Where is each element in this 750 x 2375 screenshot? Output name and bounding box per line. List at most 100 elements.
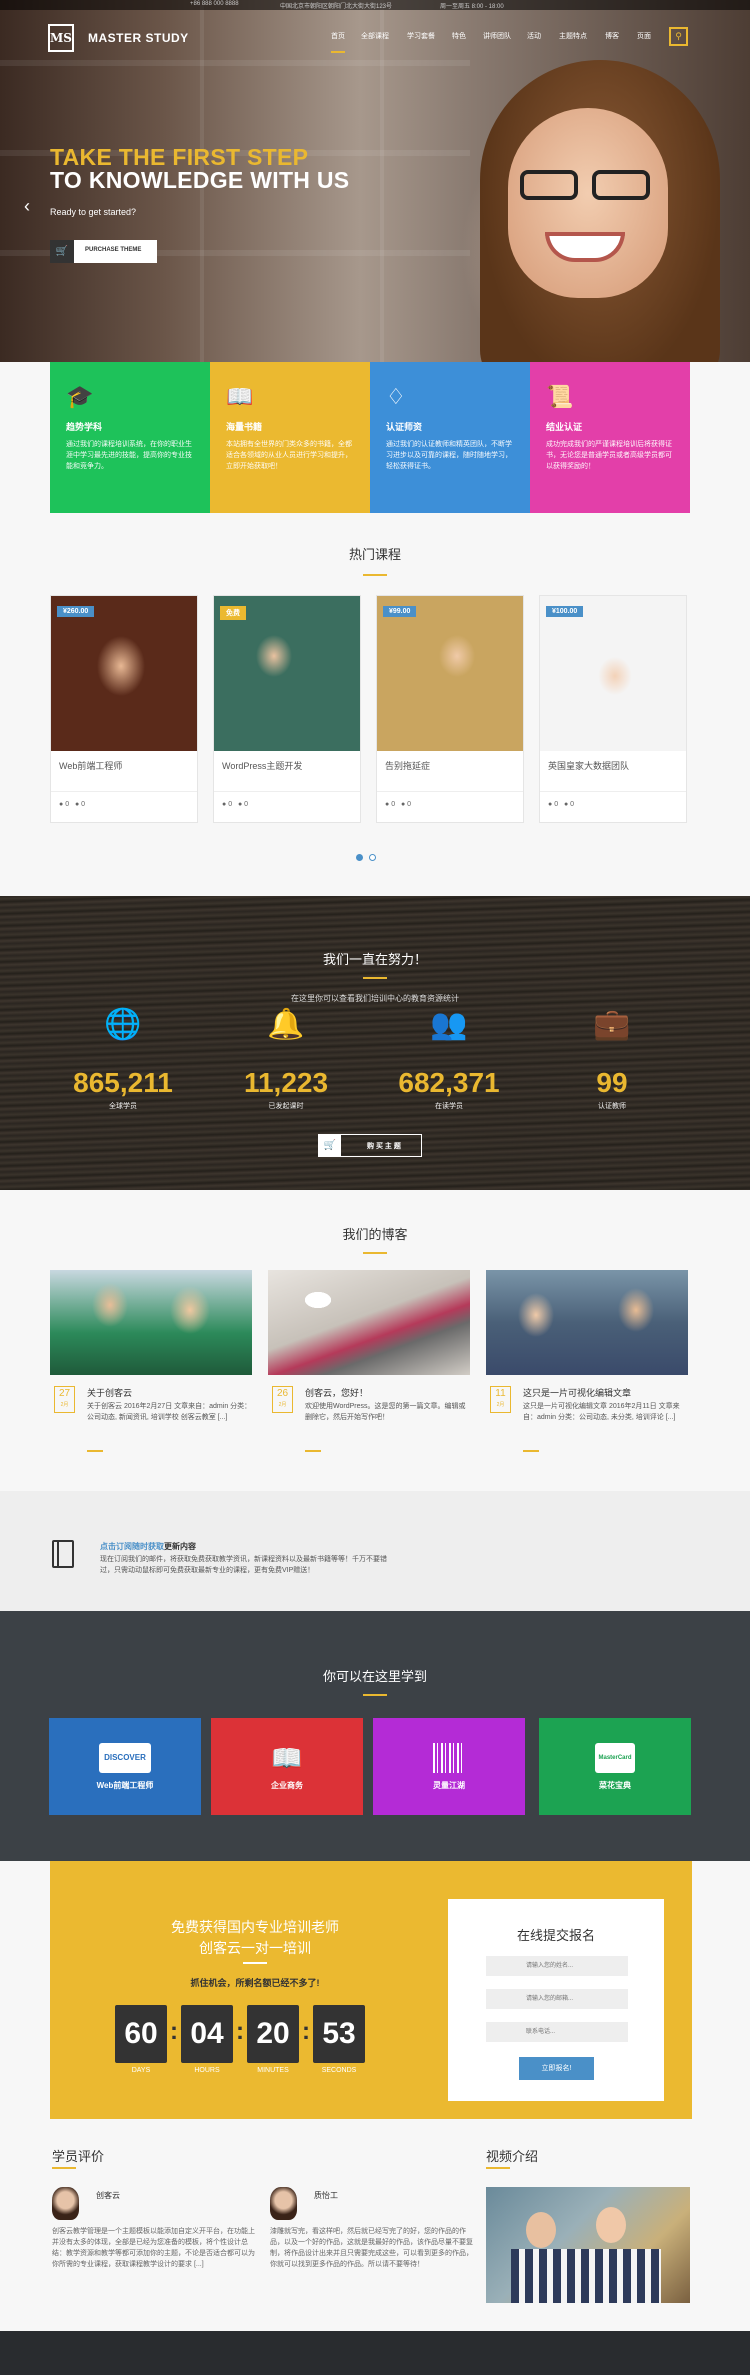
countdown-days: 60 <box>115 2005 167 2063</box>
price-badge: ¥100.00 <box>546 606 584 617</box>
countdown-separator: : <box>236 2018 244 2045</box>
blog-image[interactable] <box>486 1270 688 1375</box>
post-title[interactable]: 创客云，您好！ <box>305 1386 368 1399</box>
comment-icon: ● <box>385 801 390 808</box>
countdown-hours: 04 <box>181 2005 233 2063</box>
course-name[interactable]: 英国皇家大数据团队 <box>548 759 629 772</box>
newsletter-heading: 点击订阅随时获取更新内容 <box>100 1542 196 1551</box>
feature-title: 结业认证 <box>546 422 583 432</box>
countdown-minutes: 20 <box>247 2005 299 2063</box>
buy-theme-button[interactable]: 🛒 购 买 主 题 <box>318 1134 422 1157</box>
video-thumbnail[interactable] <box>486 2187 690 2303</box>
mastercard-icon: MasterCard <box>595 1743 635 1773</box>
stat-teachers: 💼 99 认证教师 <box>537 1005 687 1111</box>
post-date: 27 2月 <box>54 1386 75 1413</box>
stat-number: 11,223 <box>243 1067 329 1098</box>
category-caihua[interactable]: MasterCard 菜花宝典 <box>539 1718 691 1815</box>
logo-mark[interactable]: MS <box>48 24 74 52</box>
course-image[interactable] <box>51 596 197 751</box>
cart-icon: 🛒 <box>50 240 74 263</box>
feature-box-books[interactable]: 📖 海量书籍 本站拥有全世界的门类众多的书籍，全都适合各领域的从业人员进行学习和… <box>210 362 370 513</box>
nav-item-features[interactable]: 特色 <box>452 31 466 41</box>
avatar <box>52 2187 79 2220</box>
user-icon: ● <box>74 801 80 808</box>
blog-post: 11 2月 这只是一片可视化编辑文章 这只是一片可视化编辑文章 2016年2月11… <box>486 1270 688 1460</box>
course-name[interactable]: Web前端工程师 <box>59 759 122 772</box>
video-person <box>526 2212 556 2248</box>
title-underline <box>486 2167 510 2169</box>
nav-item-home[interactable]: 首页 <box>331 31 345 41</box>
purchase-theme-button[interactable]: 🛒 PURCHASE THEME <box>50 240 157 263</box>
cta-line2: 创客云一对一培训 <box>199 1940 311 1956</box>
post-date: 26 2月 <box>272 1386 293 1413</box>
stat-label: 在读学员 <box>435 1103 463 1110</box>
user-icon: ● <box>400 801 406 808</box>
carousel-dot[interactable] <box>369 854 376 861</box>
feature-box-teachers[interactable]: ♢ 认证师资 通过我们的认证教师和精英团队，不断学习进步以及可靠的课程，随时随地… <box>370 362 530 513</box>
reviewer-name: 质怡工 <box>314 2191 338 2200</box>
category-label: 企业商务 <box>271 1781 303 1790</box>
blog-image[interactable] <box>268 1270 470 1375</box>
nav-item-theme[interactable]: 主题特点 <box>559 31 587 41</box>
nav-item-teachers[interactable]: 讲师团队 <box>483 31 511 41</box>
course-card[interactable]: 免费 WordPress主题开发 ● 0 ● 0 <box>213 595 361 823</box>
nav-item-pages[interactable]: 页面 <box>637 31 651 41</box>
email-field[interactable] <box>486 1989 628 2009</box>
blog-image[interactable] <box>50 1270 252 1375</box>
feature-desc: 通过我们的认证教师和精英团队，不断学习进步以及可靠的课程，随时随地学习，轻松获得… <box>386 441 512 470</box>
course-card[interactable]: ¥99.00 告别拖延症 ● 0 ● 0 <box>376 595 524 823</box>
globe-icon: 🌐 <box>104 1008 142 1041</box>
course-image[interactable] <box>540 596 686 751</box>
slider-prev-arrow[interactable]: ‹ <box>24 196 30 217</box>
subscribe-link[interactable]: 点击订阅随时获取 <box>100 1542 164 1551</box>
post-title[interactable]: 关于创客云 <box>87 1386 132 1399</box>
divider <box>214 791 360 792</box>
price-badge: ¥260.00 <box>57 606 95 617</box>
stat-global-students: 🌐 865,211 全球学员 <box>48 1005 198 1111</box>
feature-box-trending[interactable]: 🎓 趋势学科 通过我们的课程培训系统，在你的职业生涯中学习最先进的技能，提高你的… <box>50 362 210 513</box>
countdown-separator: : <box>170 2018 178 2045</box>
feature-title: 认证师资 <box>386 422 423 432</box>
post-title[interactable]: 这只是一片可视化编辑文章 <box>523 1386 631 1399</box>
nav-item-events[interactable]: 活动 <box>527 31 541 41</box>
hero-heading-line2: TO KNOWLEDGE WITH US <box>50 167 350 193</box>
graduation-cap-icon: 🎓 <box>66 384 94 409</box>
feature-desc: 通过我们的课程培训系统，在你的职业生涯中学习最先进的技能，提高你的专业技能和竞争… <box>66 441 192 470</box>
category-web-frontend[interactable]: DISCOVER Web前端工程师 <box>49 1718 201 1815</box>
nav-item-courses[interactable]: 全部课程 <box>361 31 389 41</box>
category-label: Web前端工程师 <box>96 1781 154 1790</box>
carousel-dot-active[interactable] <box>356 854 363 861</box>
phone-field[interactable] <box>486 2022 628 2042</box>
divider <box>540 791 686 792</box>
category-jianghu[interactable]: 灵量江湖 <box>373 1718 525 1815</box>
feature-desc: 成功完成我们的严谨课程培训后将获得证书，无论您是普通学员或者高级学员都可以获得奖… <box>546 441 672 470</box>
feature-box-certificate[interactable]: 📜 结业认证 成功完成我们的严谨课程培训后将获得证书，无论您是普通学员或者高级学… <box>530 362 690 513</box>
name-field[interactable] <box>486 1956 628 1976</box>
nav-item-blog[interactable]: 博客 <box>605 31 619 41</box>
video-title: 视频介绍 <box>486 2149 539 2164</box>
title-underline <box>363 1252 387 1254</box>
countdown-label: HOURS <box>194 2067 220 2074</box>
post-excerpt: 欢迎使用WordPress。这是您的第一篇文章。编辑或删除它，然后开始写作吧！ <box>305 1403 466 1421</box>
reviews-title: 学员评价 <box>52 2149 105 2164</box>
countdown-label: MINUTES <box>257 2067 289 2074</box>
newsletter-desc: 现在订阅我们的邮件，将获取免费获取教学资讯，新课程资料以及最新书籍等等！千万不要… <box>100 1556 387 1574</box>
course-image[interactable] <box>377 596 523 751</box>
cta-hurry-text: 抓住机会，所剩名额已经不多了! <box>190 1978 320 1988</box>
price-badge: 免费 <box>220 606 246 620</box>
submit-signup-button[interactable]: 立即报名! <box>519 2057 594 2080</box>
feature-desc: 本站拥有全世界的门类众多的书籍，全都适合各领域的从业人员进行学习和提升，立即开始… <box>226 441 352 470</box>
nav-item-packages[interactable]: 学习套餐 <box>407 31 435 41</box>
review-text: 漆雕就写完，看这样吧，然后就已经写完了的好，您的作品的作品，以及一个好的作品，这… <box>270 2228 473 2268</box>
nav-active-indicator <box>331 51 345 53</box>
video-person <box>596 2207 626 2243</box>
stat-number: 682,371 <box>398 1067 500 1098</box>
course-name[interactable]: WordPress主题开发 <box>222 759 302 772</box>
price-badge: ¥99.00 <box>383 606 417 617</box>
logo-text[interactable]: MASTER STUDY <box>88 31 189 45</box>
category-business[interactable]: 📖 企业商务 <box>211 1718 363 1815</box>
course-card[interactable]: ¥260.00 Web前端工程师 ● 0 ● 0 <box>50 595 198 823</box>
course-card[interactable]: ¥100.00 英国皇家大数据团队 ● 0 ● 0 <box>539 595 687 823</box>
course-name[interactable]: 告别拖延症 <box>385 759 430 772</box>
search-button[interactable]: ⚲ <box>669 27 688 46</box>
